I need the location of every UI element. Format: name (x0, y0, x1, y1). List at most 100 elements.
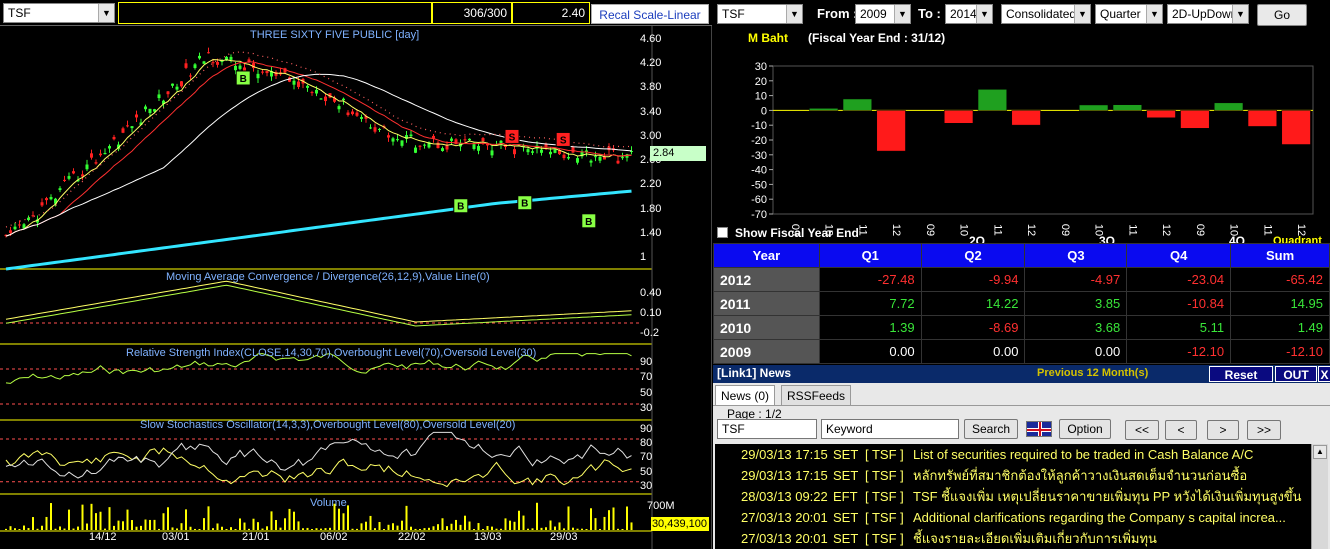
bar (809, 108, 839, 111)
news-item[interactable]: 28/03/13 09:22 EFT [ TSF ] TSF ชี้แจงเพิ่ม … (715, 486, 1305, 507)
statement-select[interactable]: Consolidated ▼ (1001, 4, 1091, 24)
option-button[interactable]: Option (1059, 419, 1111, 439)
volume-bar (153, 519, 156, 530)
to-year-select[interactable]: 2014 ▼ (945, 4, 993, 24)
volume-bar (288, 508, 291, 530)
volume-bar (225, 528, 228, 530)
candle-body (67, 176, 71, 179)
candle-body (319, 98, 323, 100)
chevron-down-icon: ▼ (894, 5, 910, 23)
fin-symbol-select[interactable]: TSF ▼ (717, 4, 803, 24)
recal-scale-button[interactable]: Recal Scale-Linear (591, 4, 709, 24)
candle-body (108, 146, 111, 149)
news-item[interactable]: 27/03/13 20:01 SET [ TSF ] Additional clari… (715, 507, 1305, 528)
technical-chart-pane: TSF ▼ 306/300 2.40 Recal Scale-Linear B S… (0, 0, 712, 549)
x-tick-label: 09 (1194, 224, 1206, 236)
next-page-button[interactable]: > (1207, 420, 1239, 440)
volume-bar (144, 519, 147, 530)
show-fiscal-checkbox[interactable] (717, 227, 728, 238)
news-item[interactable]: 27/03/13 20:01 SET [ TSF ] ชี้แจงรายละเอียด… (715, 528, 1305, 549)
volume-bar (621, 528, 624, 530)
volume-bar (207, 506, 210, 530)
volume-bar (495, 528, 498, 530)
candle-body (229, 56, 233, 60)
volume-bar (554, 526, 556, 530)
news-source: SET (833, 510, 859, 525)
candle-body (198, 55, 201, 59)
news-item[interactable]: 29/03/13 17:15 SET [ TSF ] List of securiti… (715, 444, 1305, 465)
x-date-label: 29/03 (550, 531, 578, 543)
news-headline: List of securities required to be traded… (913, 447, 1254, 462)
table-row[interactable]: 2011 7.72 14.22 3.85 -10.84 14.95 (713, 291, 1330, 316)
news-symbol: [ TSF ] (865, 489, 904, 504)
volume-bar (320, 528, 322, 530)
prev-page-button[interactable]: < (1165, 420, 1197, 440)
tab-news[interactable]: News (0) (715, 385, 776, 405)
tab-rssfeeds[interactable]: RSSFeeds (781, 385, 852, 405)
out-button[interactable]: OUT (1275, 366, 1317, 382)
reset-button[interactable]: Reset (1209, 366, 1273, 382)
volume-bar (450, 523, 453, 530)
col-header: Year (713, 243, 820, 268)
go-button[interactable]: Go (1257, 4, 1307, 26)
volume-tick: 700M (647, 500, 675, 512)
rsi-tick: 50 (640, 387, 653, 399)
candle-body (135, 114, 138, 118)
macd-tick: 0.10 (640, 307, 662, 319)
bar (1281, 110, 1311, 145)
volume-bar (329, 527, 331, 530)
x-date-label: 14/12 (89, 531, 117, 543)
bar (1011, 110, 1041, 126)
candle-body (589, 160, 593, 163)
table-row[interactable]: 2010 1.39 -8.69 3.68 5.11 1.49 (713, 315, 1330, 340)
volume-bar (257, 522, 259, 530)
rsi-tick: 70 (640, 371, 653, 383)
table-row[interactable]: 2012 -27.48 -9.94 -4.97 -23.04 -65.42 (713, 267, 1330, 292)
keyword-input[interactable]: Keyword (821, 419, 959, 439)
volume-bar (180, 523, 183, 530)
x-tick-label: 11 (1261, 224, 1273, 235)
scroll-up-icon[interactable]: ▲ (1313, 445, 1327, 459)
table-row[interactable]: 2009 0.00 0.00 0.00 -12.10 -12.10 (713, 339, 1330, 364)
candle-body (238, 65, 242, 69)
technical-chart-canvas[interactable]: B S S B B B (0, 26, 712, 549)
search-button[interactable]: Search (964, 419, 1018, 439)
volume-bar (9, 526, 12, 530)
news-symbol-input[interactable]: TSF (717, 419, 817, 439)
chart-type-select[interactable]: 2D-UpDown ▼ (1167, 4, 1249, 24)
price-panel-title: THREE SIXTY FIVE PUBLIC [day] (250, 29, 420, 41)
close-button[interactable]: X (1318, 366, 1330, 382)
news-item[interactable]: 29/03/13 17:15 SET [ TSF ] หลักทรัพย์ที่สมา… (715, 465, 1305, 486)
candle-body (180, 81, 183, 87)
volume-bar (401, 520, 403, 530)
last-page-button[interactable]: >> (1247, 420, 1281, 440)
candle-body (94, 162, 98, 164)
first-page-button[interactable]: << (1125, 420, 1159, 440)
signal-marker-label: B (240, 74, 247, 85)
stoch-tick: 30 (640, 480, 653, 492)
from-year-select[interactable]: 2009 ▼ (855, 4, 911, 24)
chart-symbol-select[interactable]: TSF ▼ (3, 3, 115, 23)
q1-cell: -27.48 (818, 267, 922, 292)
period-select[interactable]: Quarter ▼ (1095, 4, 1163, 24)
volume-bar (252, 518, 255, 530)
volume-bar (473, 528, 475, 530)
chart-count: 306/300 (432, 2, 512, 24)
signal-marker-label: S (509, 132, 516, 143)
bar (977, 89, 1007, 111)
rsi-tick: 30 (640, 402, 653, 414)
candle-body (166, 91, 170, 95)
chart-type-value: 2D-UpDown (1172, 7, 1238, 21)
q4-cell: -12.10 (1126, 339, 1232, 364)
news-scrollbar[interactable]: ▲ (1311, 444, 1328, 549)
candle-body (292, 80, 296, 85)
news-headline: TSF ชี้แจงเพิ่ม เหตุเปลี่ยนราคาขายเพิ่มท… (913, 489, 1305, 504)
volume-bar (540, 527, 543, 530)
y-tick-label: -30 (751, 150, 767, 162)
chevron-down-icon: ▼ (976, 5, 992, 23)
candle-body (481, 138, 485, 142)
volume-bar (626, 506, 628, 530)
uk-flag-icon[interactable] (1026, 421, 1052, 437)
volume-bar (230, 527, 232, 530)
volume-bar (297, 521, 300, 530)
